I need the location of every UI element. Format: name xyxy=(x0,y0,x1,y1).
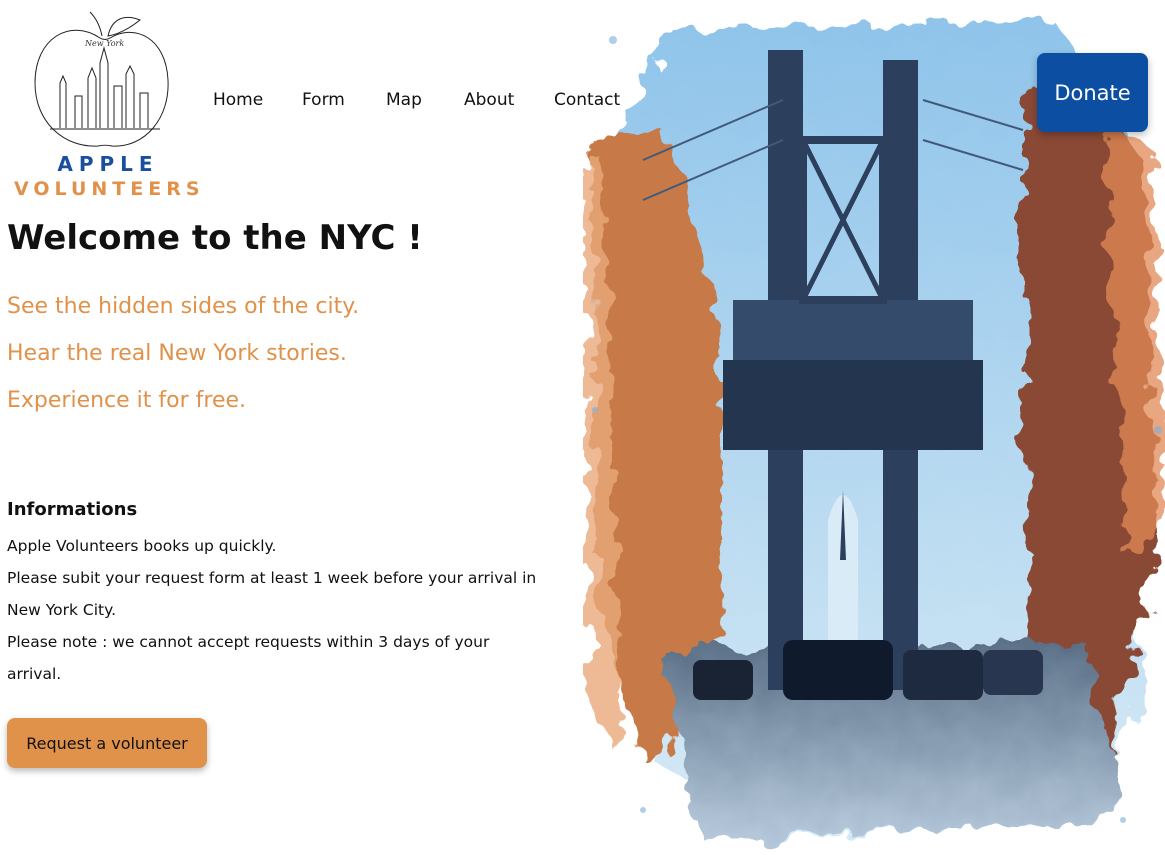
apple-skyline-logo-icon: New York xyxy=(34,11,169,147)
donate-button[interactable]: Donate xyxy=(1037,53,1148,132)
nav-map[interactable]: Map xyxy=(386,90,422,110)
page-title: Welcome to the NYC ! xyxy=(7,218,423,258)
info-text: Apple Volunteers books up quickly. Pleas… xyxy=(7,530,572,690)
nav-about[interactable]: About xyxy=(464,90,514,110)
info-line: Apple Volunteers books up quickly. xyxy=(7,537,277,555)
nav-home[interactable]: Home xyxy=(213,90,263,110)
tagline-2: Hear the real New York stories. xyxy=(7,341,347,366)
request-volunteer-button[interactable]: Request a volunteer xyxy=(7,718,207,768)
tagline-1: See the hidden sides of the city. xyxy=(7,294,360,319)
logo-text-volunteers: VOLUNTEERS xyxy=(14,178,205,200)
logo-text-apple: APPLE xyxy=(57,152,159,176)
info-line: Please subit your request form at least … xyxy=(7,569,537,587)
site-logo[interactable]: New York APPLE VOLUNTEERS xyxy=(8,8,200,203)
tagline-3: Experience it for free. xyxy=(7,388,247,413)
info-heading: Informations xyxy=(7,499,138,520)
info-line: New York City. xyxy=(7,601,116,619)
logo-script-text: New York xyxy=(84,39,124,48)
info-line: arrival. xyxy=(7,665,62,683)
info-line: Please note : we cannot accept requests … xyxy=(7,633,490,651)
nav-form[interactable]: Form xyxy=(302,90,345,110)
